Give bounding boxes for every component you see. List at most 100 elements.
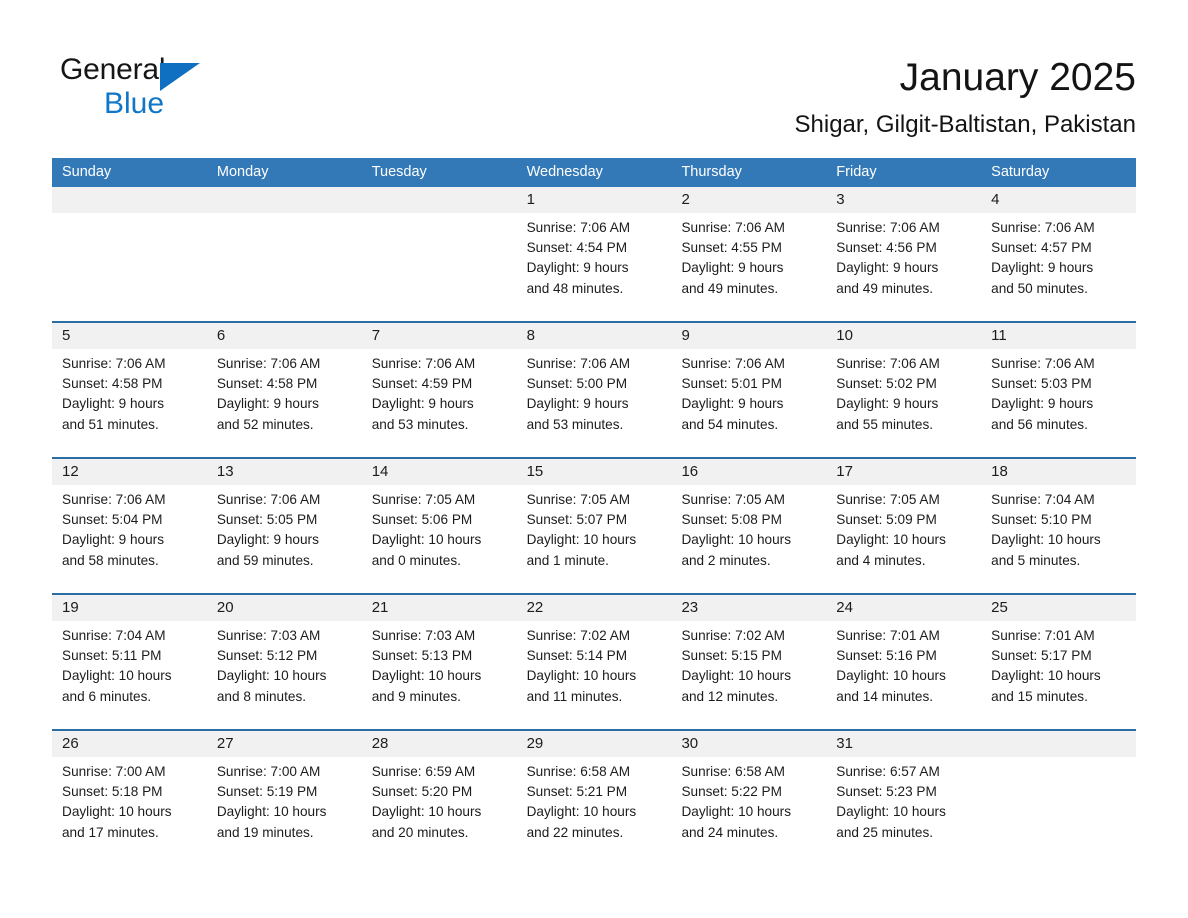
- week-gap: [52, 584, 1136, 593]
- day-cell[interactable]: 9 Sunrise: 7:06 AM Sunset: 5:01 PM Daylight…: [671, 323, 827, 448]
- day-cell[interactable]: 22 Sunrise: 7:02 AM Sunset: 5:14 PM Dayligh…: [516, 595, 672, 720]
- day-cell[interactable]: 20 Sunrise: 7:03 AM Sunset: 5:12 PM Dayligh…: [206, 595, 362, 720]
- day-daylight-line2: and 52 minutes.: [216, 416, 314, 432]
- day-cell[interactable]: 13 Sunrise: 7:06 AM Sunset: 5:05 PM Dayligh…: [206, 459, 362, 584]
- week-cells: 19 Sunrise: 7:04 AM Sunset: 5:11 PM Dayligh…: [52, 595, 1137, 720]
- date-band: [981, 731, 1137, 757]
- day-cell[interactable]: 7 Sunrise: 7:06 AM Sunset: 4:59 PM Daylight…: [361, 323, 517, 448]
- day-cell[interactable]: 29 Sunrise: 6:58 AM Sunset: 5:21 PM Dayligh…: [516, 731, 672, 856]
- day-daylight-line2: and 8 minutes.: [216, 688, 307, 704]
- day-info: Sunrise: 7:00 AM Sunset: 5:19 PM Daylight:…: [207, 757, 362, 843]
- day-number: 5: [62, 327, 71, 344]
- day-cell[interactable]: 8 Sunrise: 7:06 AM Sunset: 5:00 PM Daylight…: [516, 323, 672, 448]
- logo-text-blue: Blue: [104, 87, 165, 120]
- day-sunrise: Sunrise: 7:06 AM: [216, 492, 321, 507]
- day-number: 30: [681, 735, 699, 752]
- calendar-week-row: 1 Sunrise: 7:06 AM Sunset: 4:54 PM Daylight…: [52, 187, 1137, 312]
- day-sunrise: Sunrise: 6:58 AM: [681, 764, 785, 779]
- generalblue-logo[interactable]: General Blue: [60, 52, 260, 132]
- day-number: 22: [526, 599, 544, 616]
- day-cell[interactable]: 21 Sunrise: 7:03 AM Sunset: 5:13 PM Dayligh…: [361, 595, 517, 720]
- day-daylight-line1: Daylight: 10 hours: [681, 532, 792, 548]
- day-sunset: Sunset: 4:57 PM: [991, 240, 1092, 256]
- day-info: Sunrise: 7:06 AM Sunset: 5:03 PM Daylight:…: [981, 349, 1136, 435]
- day-sunset: Sunset: 5:15 PM: [681, 648, 782, 664]
- day-daylight-line2: and 5 minutes.: [991, 552, 1081, 568]
- calendar-table: Sunday Monday Tuesday Wednesday Thursday…: [52, 158, 1137, 856]
- day-cell[interactable]: 31 Sunrise: 6:57 AM Sunset: 5:23 PM Dayligh…: [826, 731, 982, 856]
- logo-text-general: General: [60, 53, 166, 86]
- day-sunrise: Sunrise: 7:00 AM: [216, 764, 321, 779]
- day-daylight-line2: and 11 minutes.: [526, 688, 623, 704]
- day-daylight-line2: and 56 minutes.: [991, 416, 1088, 432]
- day-daylight-line2: and 58 minutes.: [62, 552, 159, 568]
- day-sunset: Sunset: 5:07 PM: [526, 512, 628, 528]
- day-daylight-line2: and 1 minute.: [526, 552, 609, 568]
- date-band: [52, 187, 207, 213]
- day-daylight-line1: Daylight: 10 hours: [991, 668, 1101, 684]
- day-cell[interactable]: 14 Sunrise: 7:05 AM Sunset: 5:06 PM Dayligh…: [361, 459, 517, 584]
- week-cells: 12 Sunrise: 7:06 AM Sunset: 5:04 PM Dayligh…: [52, 459, 1137, 584]
- day-daylight-line1: Daylight: 10 hours: [526, 804, 637, 820]
- day-daylight-line2: and 6 minutes.: [62, 688, 152, 704]
- day-cell[interactable]: 10 Sunrise: 7:06 AM Sunset: 5:02 PM Dayligh…: [826, 323, 982, 448]
- day-cell[interactable]: 3 Sunrise: 7:06 AM Sunset: 4:56 PM Daylight…: [826, 187, 982, 312]
- day-cell[interactable]: 19 Sunrise: 7:04 AM Sunset: 5:11 PM Dayligh…: [52, 595, 207, 720]
- day-info: Sunrise: 7:06 AM Sunset: 4:57 PM Daylight:…: [981, 213, 1136, 299]
- day-daylight-line2: and 59 minutes.: [216, 552, 314, 568]
- day-cell[interactable]: 5 Sunrise: 7:06 AM Sunset: 4:58 PM Daylight…: [52, 323, 207, 448]
- day-cell[interactable]: 4 Sunrise: 7:06 AM Sunset: 4:57 PM Daylight…: [981, 187, 1137, 312]
- day-cell[interactable]: 30 Sunrise: 6:58 AM Sunset: 5:22 PM Dayligh…: [671, 731, 827, 856]
- day-sunrise: Sunrise: 7:06 AM: [62, 492, 166, 507]
- day-sunrise: Sunrise: 7:01 AM: [836, 628, 940, 643]
- day-cell[interactable]: 17 Sunrise: 7:05 AM Sunset: 5:09 PM Dayligh…: [826, 459, 982, 584]
- day-info: Sunrise: 7:05 AM Sunset: 5:07 PM Daylight:…: [517, 485, 672, 571]
- day-daylight-line2: and 14 minutes.: [836, 688, 934, 704]
- day-sunrise: Sunrise: 7:06 AM: [526, 356, 631, 371]
- day-cell-empty: [206, 187, 362, 312]
- day-cell[interactable]: 15 Sunrise: 7:05 AM Sunset: 5:07 PM Dayligh…: [516, 459, 672, 584]
- calendar-week-row: 5 Sunrise: 7:06 AM Sunset: 4:58 PM Daylight…: [52, 312, 1137, 448]
- day-cell[interactable]: 25 Sunrise: 7:01 AM Sunset: 5:17 PM Dayligh…: [981, 595, 1137, 720]
- day-info: Sunrise: 7:04 AM Sunset: 5:10 PM Daylight:…: [981, 485, 1136, 571]
- day-sunrise: Sunrise: 7:06 AM: [991, 356, 1095, 371]
- day-number: 28: [371, 735, 389, 752]
- day-daylight-line2: and 54 minutes.: [681, 416, 779, 432]
- day-number: 16: [681, 463, 699, 480]
- day-daylight-line2: and 49 minutes.: [681, 280, 779, 296]
- day-sunset: Sunset: 5:19 PM: [216, 784, 318, 800]
- day-sunset: Sunset: 5:23 PM: [836, 784, 937, 800]
- day-cell[interactable]: 26 Sunrise: 7:00 AM Sunset: 5:18 PM Dayligh…: [52, 731, 207, 856]
- day-cell[interactable]: 2 Sunrise: 7:06 AM Sunset: 4:55 PM Daylight…: [671, 187, 827, 312]
- day-cell[interactable]: 28 Sunrise: 6:59 AM Sunset: 5:20 PM Dayligh…: [361, 731, 517, 856]
- day-info: Sunrise: 7:04 AM Sunset: 5:11 PM Daylight:…: [52, 621, 207, 707]
- day-number: 21: [371, 599, 389, 616]
- weekday-header-row: Sunday Monday Tuesday Wednesday Thursday…: [52, 158, 1136, 187]
- day-daylight-line1: Daylight: 9 hours: [526, 396, 629, 412]
- day-number: 4: [991, 191, 1000, 208]
- day-daylight-line1: Daylight: 10 hours: [991, 532, 1101, 548]
- day-cell[interactable]: 24 Sunrise: 7:01 AM Sunset: 5:16 PM Dayligh…: [826, 595, 982, 720]
- day-cell[interactable]: 12 Sunrise: 7:06 AM Sunset: 5:04 PM Dayligh…: [52, 459, 207, 584]
- day-cell[interactable]: 16 Sunrise: 7:05 AM Sunset: 5:08 PM Dayligh…: [671, 459, 827, 584]
- day-daylight-line1: Daylight: 9 hours: [371, 396, 474, 412]
- date-band: [516, 187, 672, 213]
- day-cell[interactable]: 18 Sunrise: 7:04 AM Sunset: 5:10 PM Dayligh…: [981, 459, 1137, 584]
- day-info: Sunrise: 7:06 AM Sunset: 4:58 PM Daylight:…: [52, 349, 207, 435]
- day-info: Sunrise: 6:57 AM Sunset: 5:23 PM Daylight:…: [826, 757, 981, 843]
- day-number: 26: [62, 735, 79, 752]
- day-cell[interactable]: 23 Sunrise: 7:02 AM Sunset: 5:15 PM Dayligh…: [671, 595, 827, 720]
- day-info: Sunrise: 7:01 AM Sunset: 5:16 PM Daylight:…: [826, 621, 981, 707]
- day-daylight-line2: and 0 minutes.: [371, 552, 461, 568]
- page-header: General Blue January 2025 Shigar, Gilgit…: [52, 46, 1136, 148]
- day-daylight-line2: and 48 minutes.: [526, 280, 624, 296]
- day-daylight-line2: and 51 minutes.: [62, 416, 159, 432]
- day-cell[interactable]: 1 Sunrise: 7:06 AM Sunset: 4:54 PM Daylight…: [516, 187, 672, 312]
- calendar-week-row: 12 Sunrise: 7:06 AM Sunset: 5:04 PM Dayligh…: [52, 448, 1137, 584]
- day-cell[interactable]: 27 Sunrise: 7:00 AM Sunset: 5:19 PM Dayligh…: [206, 731, 362, 856]
- day-info: Sunrise: 6:58 AM Sunset: 5:22 PM Daylight:…: [671, 757, 826, 843]
- day-cell[interactable]: 6 Sunrise: 7:06 AM Sunset: 4:58 PM Daylight…: [206, 323, 362, 448]
- day-sunset: Sunset: 4:59 PM: [371, 376, 473, 392]
- day-cell[interactable]: 11 Sunrise: 7:06 AM Sunset: 5:03 PM Dayligh…: [981, 323, 1137, 448]
- day-daylight-line2: and 22 minutes.: [526, 824, 624, 840]
